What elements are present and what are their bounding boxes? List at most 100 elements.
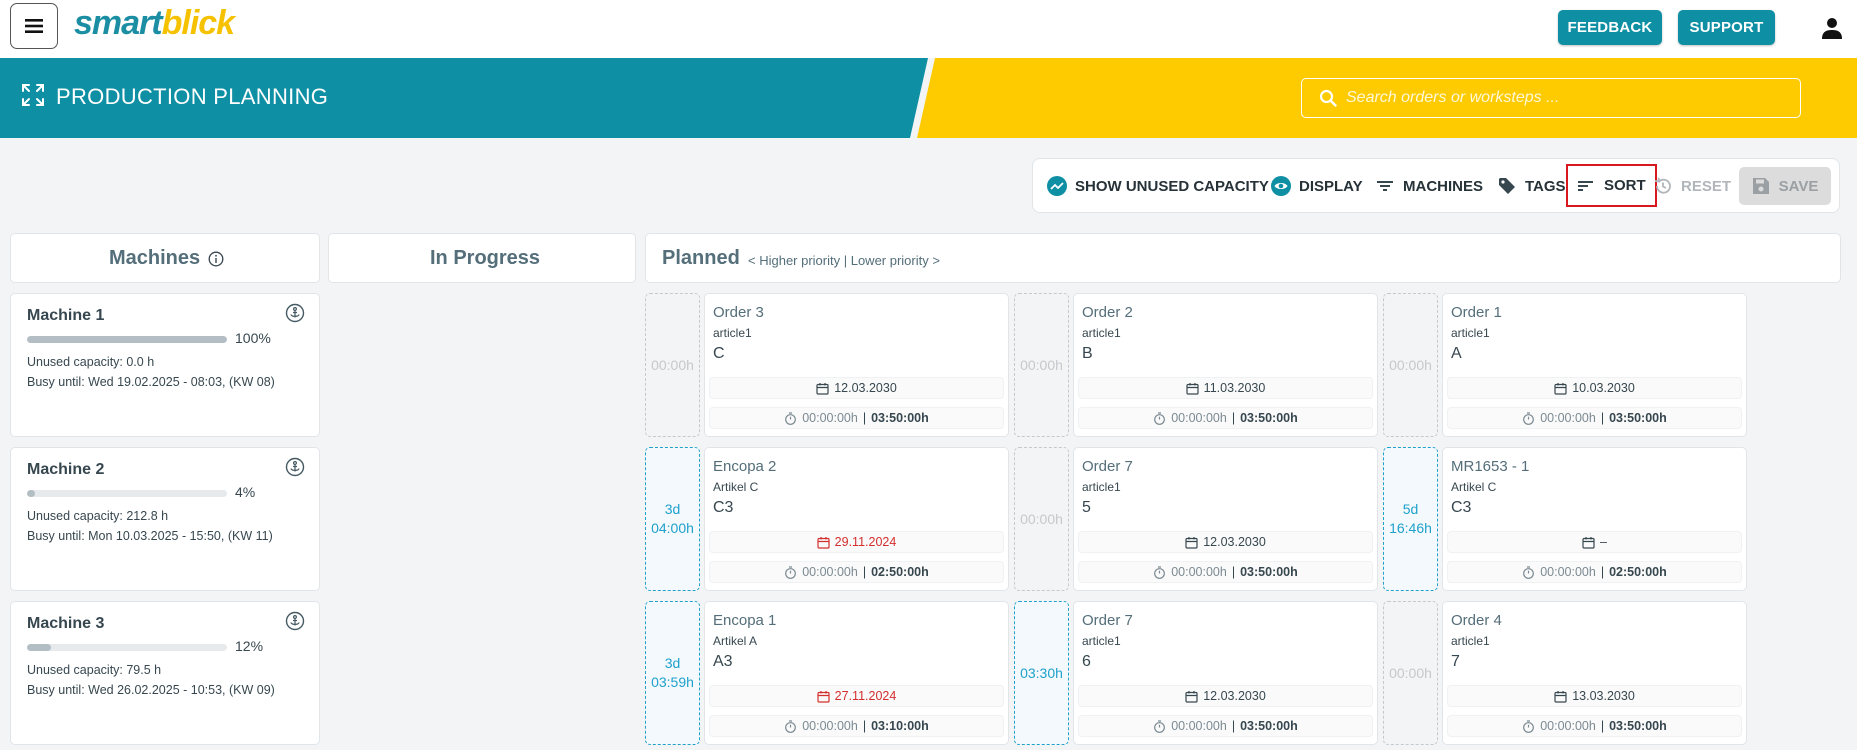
planned-column-header: Planned < Higher priority | Lower priori… <box>645 233 1841 283</box>
machine-card[interactable]: Machine 1 100% Unused capacity: 0.0 h Bu… <box>10 293 320 437</box>
order-title: MR1653 - 1 <box>1451 458 1530 475</box>
busy-until: Busy until: Wed 26.02.2025 - 10:53, (KW … <box>27 683 275 697</box>
order-card[interactable]: Order 4 article1 7 13.03.2030 00:00:00h |… <box>1442 601 1747 745</box>
gap-days: 3d <box>664 501 681 517</box>
page-title: PRODUCTION PLANNING <box>56 84 329 109</box>
machines-filter-button[interactable]: MACHINES <box>1375 169 1483 203</box>
app-logo[interactable]: smartblick <box>74 4 235 43</box>
order-code: C3 <box>1451 499 1472 516</box>
anchor-icon[interactable] <box>285 457 305 477</box>
machine-name: Machine 2 <box>27 461 105 478</box>
idle-gap[interactable]: 00:00h <box>1383 293 1438 437</box>
order-article: Artikel C <box>713 480 759 494</box>
due-date-value: 12.03.2030 <box>1203 535 1266 549</box>
calendar-icon <box>1582 536 1595 549</box>
search-icon <box>1319 89 1337 107</box>
order-due-date: 12.03.2030 <box>1078 685 1373 707</box>
unused-capacity: Unused capacity: 79.5 h <box>27 663 162 677</box>
elapsed-time: 00:00:00h <box>802 565 858 579</box>
top-bar: smartblick FEEDBACK SUPPORT <box>0 0 1857 58</box>
capacity-progress-fill <box>27 490 35 497</box>
order-time: 00:00:00h | 03:50:00h <box>1447 407 1742 429</box>
elapsed-time: 00:00:00h <box>802 411 858 425</box>
time-separator: | <box>862 719 867 733</box>
order-card[interactable]: Order 2 article1 B 11.03.2030 00:00:00h |… <box>1073 293 1378 437</box>
order-card[interactable]: Order 7 article1 5 12.03.2030 00:00:00h |… <box>1073 447 1378 591</box>
show-unused-capacity-button[interactable]: SHOW UNUSED CAPACITY <box>1047 169 1269 203</box>
time-separator: | <box>1600 719 1605 733</box>
expand-icon[interactable] <box>20 82 46 108</box>
idle-gap[interactable]: 00:00h <box>1014 293 1069 437</box>
gap-days: 5d <box>1402 501 1419 517</box>
calendar-icon <box>817 536 830 549</box>
search-box[interactable] <box>1301 78 1801 118</box>
idle-gap[interactable]: 00:00h <box>1014 447 1069 591</box>
idle-gap[interactable]: 00:00h <box>1383 601 1438 745</box>
save-label: SAVE <box>1778 177 1819 195</box>
order-time: 00:00:00h | 03:50:00h <box>1078 561 1373 583</box>
idle-gap[interactable]: 00:00h <box>645 293 700 437</box>
order-article: article1 <box>1082 326 1121 340</box>
reset-button[interactable]: RESET <box>1653 169 1731 203</box>
order-card[interactable]: Order 1 article1 A 10.03.2030 00:00:00h |… <box>1442 293 1747 437</box>
search-input[interactable] <box>1346 79 1786 117</box>
due-date-value: 12.03.2030 <box>1203 689 1266 703</box>
capacity-progress-fill <box>27 336 227 343</box>
idle-gap[interactable]: 5d 16:46h <box>1383 447 1438 591</box>
anchor-icon[interactable] <box>285 611 305 631</box>
order-title: Encopa 2 <box>713 458 777 475</box>
display-button[interactable]: DISPLAY <box>1271 169 1363 203</box>
order-code: A <box>1451 345 1462 362</box>
machine-card[interactable]: Machine 2 4% Unused capacity: 212.8 h Bu… <box>10 447 320 591</box>
stopwatch-icon <box>1523 719 1535 733</box>
hamburger-icon <box>25 19 43 33</box>
order-card[interactable]: Encopa 2 Artikel C C3 29.11.2024 00:00:0… <box>704 447 1009 591</box>
order-card[interactable]: MR1653 - 1 Artikel C C3 – 00:00:00h | 02:5… <box>1442 447 1747 591</box>
calendar-icon <box>1185 690 1198 703</box>
order-code: C3 <box>713 499 734 516</box>
machine-card[interactable]: Machine 3 12% Unused capacity: 79.5 h Bu… <box>10 601 320 745</box>
order-code: 6 <box>1082 653 1091 670</box>
idle-gap[interactable]: 3d 03:59h <box>645 601 700 745</box>
save-button[interactable]: SAVE <box>1739 167 1831 205</box>
elapsed-time: 00:00:00h <box>1540 719 1596 733</box>
idle-gap[interactable]: 3d 04:00h <box>645 447 700 591</box>
calendar-icon <box>1554 382 1567 395</box>
order-due-date: 12.03.2030 <box>709 377 1004 399</box>
tags-button[interactable]: TAGS <box>1497 169 1566 203</box>
order-article: article1 <box>1451 634 1490 648</box>
order-card[interactable]: Order 3 article1 C 12.03.2030 00:00:00h |… <box>704 293 1009 437</box>
elapsed-time: 00:00:00h <box>1540 411 1596 425</box>
capacity-progress-bar <box>27 490 227 497</box>
order-title: Order 7 <box>1082 612 1133 629</box>
anchor-icon[interactable] <box>285 303 305 323</box>
planned-duration: 03:50:00h <box>1240 719 1298 733</box>
stopwatch-icon <box>1523 565 1535 579</box>
order-card[interactable]: Order 7 article1 6 12.03.2030 00:00:00h |… <box>1073 601 1378 745</box>
capacity-percent: 4% <box>235 484 256 500</box>
order-due-date: – <box>1447 531 1742 553</box>
stopwatch-icon <box>1523 411 1535 425</box>
gap-time: 00:00h <box>651 356 694 373</box>
order-title: Encopa 1 <box>713 612 777 629</box>
info-icon[interactable] <box>208 251 224 267</box>
elapsed-time: 00:00:00h <box>1171 565 1227 579</box>
planning-toolbar: SHOW UNUSED CAPACITY DISPLAY MACHINES TA… <box>1032 158 1840 213</box>
order-title: Order 7 <box>1082 458 1133 475</box>
sort-button[interactable]: SORT <box>1566 164 1657 207</box>
stopwatch-icon <box>785 411 797 425</box>
planned-duration: 03:50:00h <box>1240 411 1298 425</box>
order-time: 00:00:00h | 03:50:00h <box>1447 715 1742 737</box>
show-unused-capacity-label: SHOW UNUSED CAPACITY <box>1075 177 1269 195</box>
support-button[interactable]: SUPPORT <box>1678 10 1775 45</box>
order-card[interactable]: Encopa 1 Artikel A A3 27.11.2024 00:00:0… <box>704 601 1009 745</box>
order-code: C <box>713 345 725 362</box>
planned-duration: 02:50:00h <box>871 565 929 579</box>
idle-gap[interactable]: 03:30h <box>1014 601 1069 745</box>
user-account-icon[interactable] <box>1820 16 1844 40</box>
order-time: 00:00:00h | 03:50:00h <box>1078 407 1373 429</box>
history-icon <box>1654 177 1671 194</box>
feedback-button[interactable]: FEEDBACK <box>1558 10 1662 45</box>
hamburger-menu-button[interactable] <box>10 3 58 49</box>
order-title: Order 4 <box>1451 612 1502 629</box>
